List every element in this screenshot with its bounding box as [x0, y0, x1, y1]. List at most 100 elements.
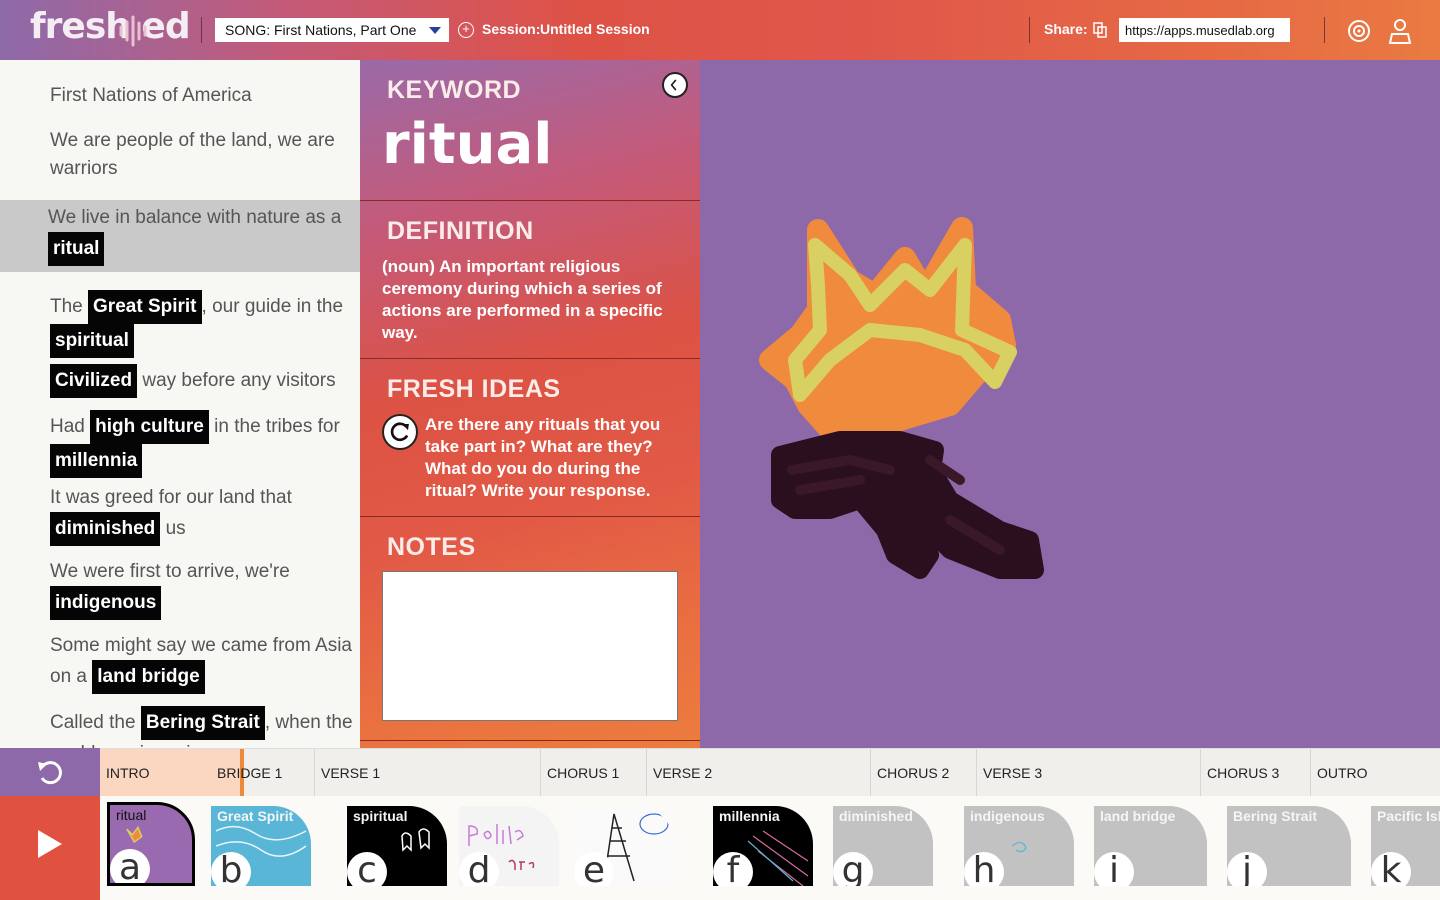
undo-button[interactable] [0, 748, 100, 796]
keyword-card[interactable]: Pacific Isl k [1371, 806, 1440, 886]
keyword-chip[interactable]: millennia [50, 444, 143, 478]
card-letter: c [347, 852, 387, 886]
lyric-line[interactable]: Had high culture in the tribes for mille… [50, 410, 360, 478]
drawing-canvas[interactable] [700, 60, 1440, 748]
card-label: spiritual [353, 808, 408, 824]
chevron-down-icon [429, 27, 441, 34]
keyword-chip[interactable]: Bering Strait [140, 706, 265, 740]
keyword-card[interactable]: land bridge i [1094, 806, 1207, 886]
section-divider [360, 740, 700, 741]
keyword-chip[interactable]: high culture [90, 410, 209, 444]
tutorial-icon[interactable] [1345, 17, 1373, 45]
timeline-segment-intro[interactable]: INTRO [100, 749, 150, 797]
lyric-text: It was greed for our land that [50, 487, 292, 508]
lyric-line[interactable]: First Nations of America [50, 82, 360, 110]
lyric-text: in the tribes for [208, 416, 340, 437]
card-label: Great Spirit [217, 808, 294, 824]
logo: fresh ed [30, 6, 191, 47]
card-letter: k [1371, 852, 1411, 886]
lyric-line[interactable]: We were first to arrive, we're indigenou… [50, 558, 360, 620]
notes-textarea[interactable] [382, 571, 678, 721]
keyword-card[interactable]: Bering Strait j [1227, 806, 1351, 886]
fresh-ideas-heading: FRESH IDEAS [387, 375, 561, 403]
notes-heading: NOTES [387, 533, 476, 561]
keyword-card[interactable]: d [459, 806, 559, 886]
lyric-text: Had [50, 416, 91, 437]
keyword-chip[interactable]: indigenous [50, 586, 162, 620]
card-label: Pacific Isl [1377, 808, 1440, 824]
keyword-card[interactable]: ritual a [107, 802, 195, 886]
lyrics-panel: First Nations of America We are people o… [0, 60, 360, 748]
new-session-icon[interactable]: + [458, 22, 474, 38]
card-letter: h [964, 852, 1004, 886]
card-letter: e [574, 852, 614, 886]
timeline-segment-verse-1[interactable]: VERSE 1 [314, 749, 380, 797]
lyric-text: We live in balance with nature as a [48, 207, 342, 228]
keyword-chip[interactable]: ritual [48, 232, 105, 266]
timeline-segment-chorus-1[interactable]: CHORUS 1 [540, 749, 619, 797]
card-letter: j [1227, 852, 1267, 886]
refresh-icon[interactable] [382, 414, 418, 450]
timeline-segment-verse-3[interactable]: VERSE 3 [976, 749, 1042, 797]
lyric-line-active[interactable]: We live in balance with nature as a ritu… [0, 200, 360, 272]
card-label: millennia [719, 808, 780, 824]
card-label: land bridge [1100, 808, 1176, 824]
keyword-card[interactable]: indigenous h [964, 806, 1074, 886]
play-icon [38, 830, 62, 858]
play-button[interactable] [0, 796, 100, 900]
lyric-line[interactable]: Called the Bering Strait, when the world… [50, 706, 360, 748]
collapse-panel-icon[interactable] [662, 72, 688, 98]
timeline-segment-chorus-2[interactable]: CHORUS 2 [870, 749, 949, 797]
timeline-segment-outro[interactable]: OUTRO [1310, 749, 1368, 797]
keyword-heading: KEYWORD [387, 76, 522, 104]
user-icon[interactable] [1386, 17, 1414, 45]
keyword-cards: ritual a Great Spirit b spiritual c d e … [100, 796, 1440, 900]
card-letter: g [833, 852, 873, 886]
section-divider [360, 358, 700, 359]
lyric-line[interactable]: Some might say we came from Asia on a la… [50, 632, 360, 694]
lyric-line[interactable]: It was greed for our land that diminishe… [50, 484, 360, 546]
share-url-input[interactable] [1119, 18, 1290, 42]
lyric-text: We are people of the land, we are warrio… [50, 130, 335, 179]
song-select[interactable]: SONG: First Nations, Part One [215, 18, 449, 42]
session-name[interactable]: Untitled Session [540, 21, 650, 37]
keyword-card[interactable]: millennia f [713, 806, 813, 886]
keyword-card[interactable]: diminished g [833, 806, 933, 886]
lyric-text: way before any visitors [137, 370, 336, 391]
keyword-card[interactable]: e [574, 806, 674, 886]
lyric-line[interactable]: Civilized way before any visitors [50, 364, 360, 398]
section-divider [360, 516, 700, 517]
card-label: diminished [839, 808, 913, 824]
lyric-text: , our guide in the [201, 296, 344, 317]
lyric-text: us [160, 518, 186, 539]
keyword-chip[interactable]: Civilized [50, 364, 138, 398]
freshed-app: fresh ed SONG: First Nations, Part One +… [0, 0, 1440, 900]
lyric-text: The [50, 296, 89, 317]
keyword-card[interactable]: spiritual c [347, 806, 447, 886]
lyric-text: First Nations of America [50, 85, 252, 106]
keyword-chip[interactable]: land bridge [92, 660, 205, 694]
timeline-segment-verse-2[interactable]: VERSE 2 [646, 749, 712, 797]
sound-wave-icon [119, 15, 147, 47]
timeline-segment-chorus-3[interactable]: CHORUS 3 [1200, 749, 1279, 797]
share-label: Share: [1044, 21, 1088, 37]
header-separator [201, 17, 202, 43]
header-separator [1029, 17, 1030, 43]
copy-icon[interactable] [1093, 22, 1107, 38]
keyword-chip[interactable]: diminished [50, 512, 161, 546]
timeline-segment-bridge-1[interactable]: BRIDGE 1 [211, 749, 282, 797]
song-timeline[interactable]: INTRO BRIDGE 1 VERSE 1 CHORUS 1 VERSE 2 … [100, 748, 1440, 797]
section-divider [360, 200, 700, 201]
song-select-value: SONG: First Nations, Part One [225, 22, 417, 38]
keyword-word: ritual [382, 112, 553, 177]
keyword-card[interactable]: Great Spirit b [211, 806, 311, 886]
keyword-panel: KEYWORD ritual DEFINITION (noun) An impo… [360, 60, 700, 748]
keyword-chip[interactable]: Great Spirit [88, 290, 202, 324]
lyric-line[interactable]: We are people of the land, we are warrio… [50, 127, 360, 183]
lyric-line[interactable]: The Great Spirit, our guide in the spiri… [50, 290, 360, 358]
lyric-text: We were first to arrive, we're [50, 561, 290, 582]
fresh-ideas-text: Are there any rituals that you take part… [425, 415, 661, 500]
keyword-chip[interactable]: spiritual [50, 324, 134, 358]
card-letter: i [1094, 852, 1134, 886]
card-label: ritual [116, 807, 147, 823]
